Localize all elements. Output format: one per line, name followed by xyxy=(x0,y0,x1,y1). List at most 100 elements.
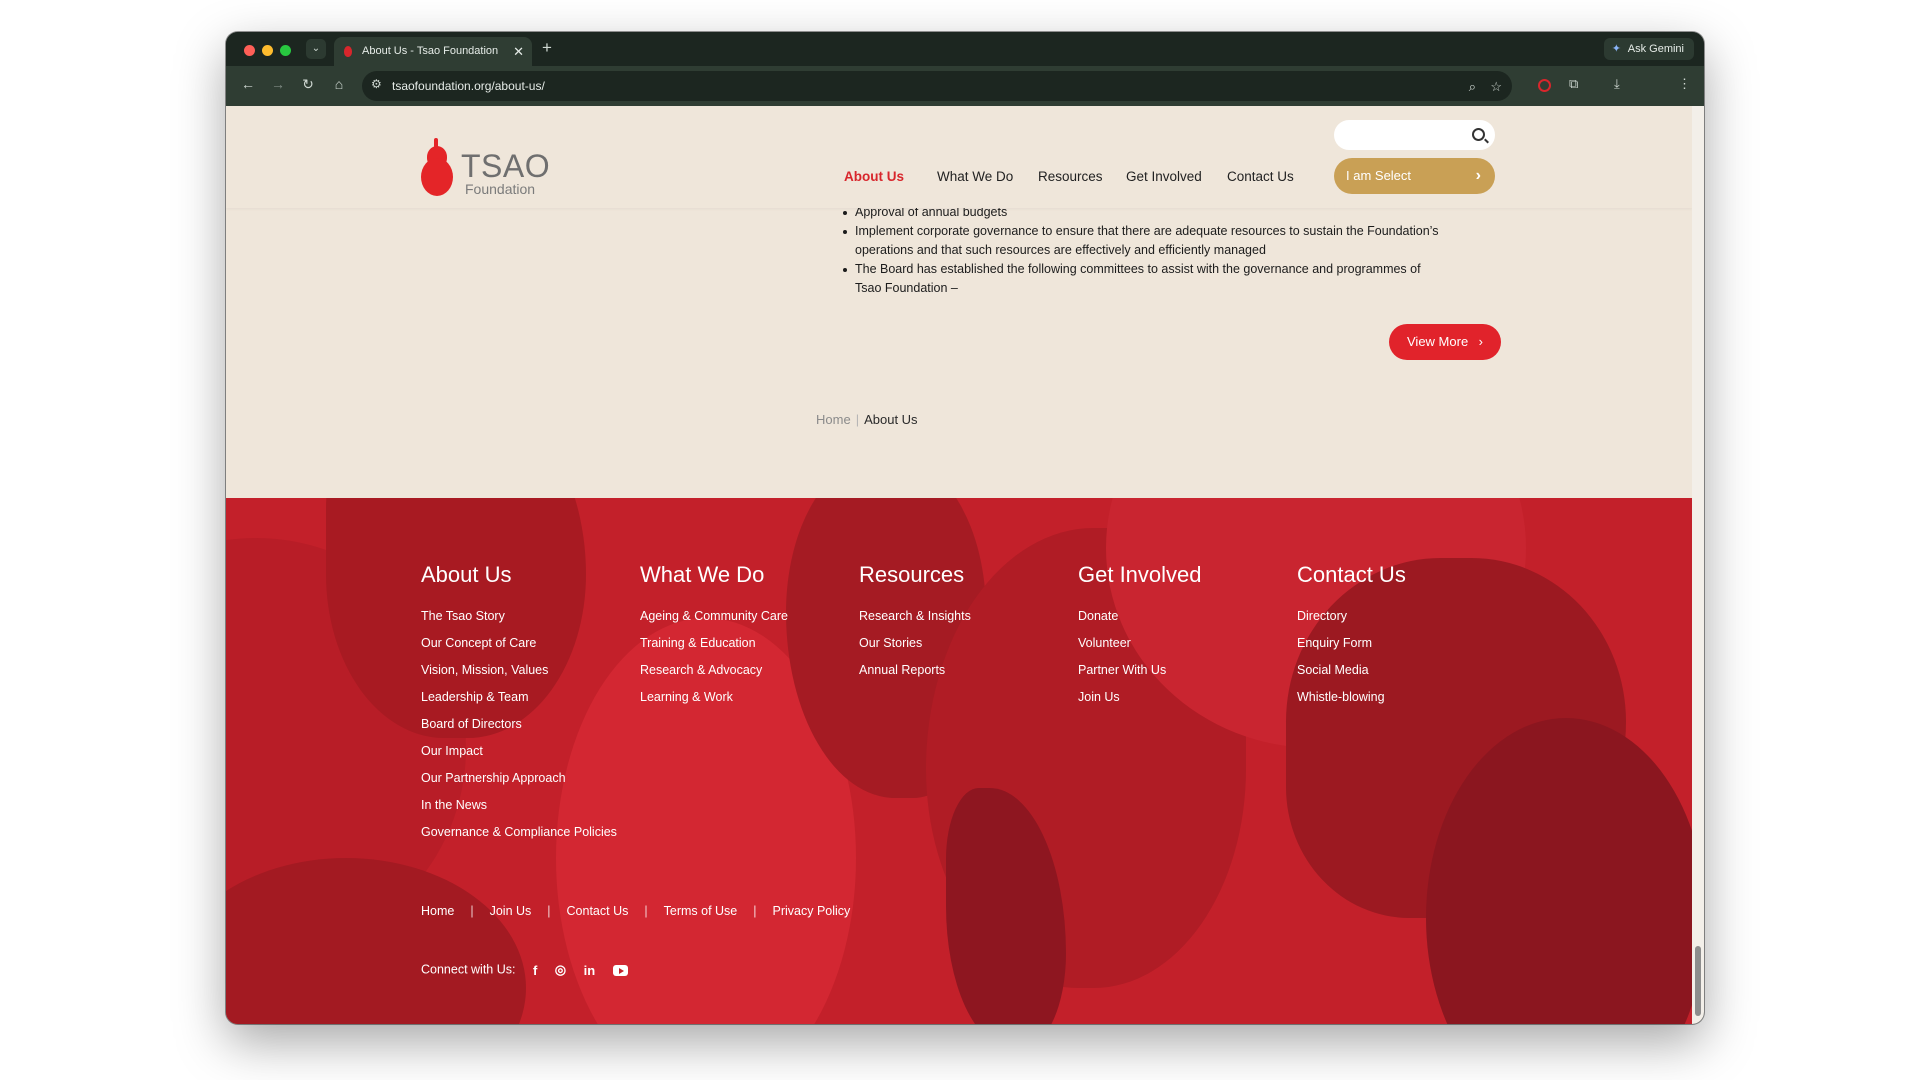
tab-search-button[interactable]: ⌄ xyxy=(306,39,326,59)
footer-bottom-links: Home | Join Us | Contact Us | Terms of Use | Pri… xyxy=(421,904,850,918)
nav-get-involved[interactable]: Get Involved xyxy=(1126,169,1202,184)
footer-column-title: About Us xyxy=(421,562,512,587)
select-label: I am Select xyxy=(1346,168,1412,183)
linkedin-icon[interactable]: in xyxy=(584,963,596,978)
footer-column-title: Resources xyxy=(859,562,965,587)
footer-link[interactable]: Annual Reports xyxy=(859,662,971,689)
footer-privacy-link[interactable]: Privacy Policy xyxy=(773,904,851,918)
nav-what-we-do[interactable]: What We Do xyxy=(937,169,1013,184)
nav-resources[interactable]: Resources xyxy=(1038,169,1103,184)
forward-icon[interactable]: → xyxy=(268,76,288,92)
footer-terms-link[interactable]: Terms of Use xyxy=(664,904,738,918)
footer-link[interactable]: Volunteer xyxy=(1078,635,1202,662)
footer-link[interactable]: Research & Advocacy xyxy=(640,662,788,689)
footer-link[interactable]: Join Us xyxy=(1078,689,1202,716)
footer-link[interactable]: Partner With Us xyxy=(1078,662,1202,689)
footer-contact-link[interactable]: Contact Us xyxy=(567,904,629,918)
breadcrumb-home-link[interactable]: Home xyxy=(816,412,851,427)
page-scrollbar[interactable] xyxy=(1692,106,1704,1024)
extensions-puzzle-icon[interactable]: ⧉ xyxy=(1569,76,1578,92)
instagram-icon[interactable]: ◎ xyxy=(555,962,566,978)
footer-home-link[interactable]: Home xyxy=(421,904,454,918)
back-icon[interactable]: ← xyxy=(238,76,258,92)
footer-link[interactable]: In the News xyxy=(421,797,617,824)
zoom-icon[interactable]: ⌕ xyxy=(1469,79,1476,95)
view-more-button[interactable]: View More › xyxy=(1389,324,1501,360)
facebook-icon[interactable]: f xyxy=(533,963,537,978)
close-window-button[interactable] xyxy=(244,45,255,56)
ask-gemini-label: Ask Gemini xyxy=(1627,43,1684,55)
footer-link[interactable]: Whistle-blowing xyxy=(1297,689,1406,716)
footer-column-resources: Resources Research & Insights Our Storie… xyxy=(859,562,971,689)
favicon-icon xyxy=(344,46,352,57)
i-am-select-dropdown[interactable]: I am Select › xyxy=(1334,158,1495,194)
footer-link[interactable]: Vision, Mission, Values xyxy=(421,662,617,689)
nav-about-us[interactable]: About Us xyxy=(844,169,904,184)
site-footer: About Us The Tsao Story Our Concept of C… xyxy=(226,498,1692,1024)
governance-list: Approval of annual budgets Implement cor… xyxy=(843,203,1443,298)
browser-toolbar: ← → ↻ ⌂ ⚙ tsaofoundation.org/about-us/ ⌕… xyxy=(226,66,1704,106)
footer-link[interactable]: Board of Directors xyxy=(421,716,617,743)
page-viewport: Approval of annual budgets Implement cor… xyxy=(226,106,1692,1024)
browser-tab[interactable]: About Us - Tsao Foundation ✕ xyxy=(334,37,532,66)
reload-icon[interactable]: ↻ xyxy=(298,76,318,93)
view-more-label: View More xyxy=(1407,334,1469,349)
nav-contact-us[interactable]: Contact Us xyxy=(1227,169,1294,184)
footer-separator: | xyxy=(753,904,757,918)
footer-link[interactable]: Research & Insights xyxy=(859,608,971,635)
footer-link[interactable]: The Tsao Story xyxy=(421,608,617,635)
tsao-logo[interactable]: TSAO Foundation xyxy=(421,138,571,198)
menu-kebab-icon[interactable]: ⋮ xyxy=(1678,76,1691,92)
youtube-icon[interactable] xyxy=(612,964,628,976)
address-bar[interactable]: ⚙ tsaofoundation.org/about-us/ ⌕ ☆ xyxy=(362,71,1512,101)
footer-column-get-involved: Get Involved Donate Volunteer Partner Wi… xyxy=(1078,562,1202,716)
footer-separator: | xyxy=(644,904,648,918)
url-text: tsaofoundation.org/about-us/ xyxy=(392,79,545,93)
footer-link[interactable]: Donate xyxy=(1078,608,1202,635)
breadcrumb-separator: | xyxy=(855,412,860,427)
footer-link[interactable]: Leadership & Team xyxy=(421,689,617,716)
browser-window: ⌄ About Us - Tsao Foundation ✕ + ✦ Ask G… xyxy=(226,32,1704,1024)
footer-separator: | xyxy=(547,904,551,918)
footer-column-what-we-do: What We Do Ageing & Community Care Train… xyxy=(640,562,788,716)
footer-link[interactable]: Social Media xyxy=(1297,662,1406,689)
list-item: The Board has established the following … xyxy=(843,260,1443,298)
breadcrumb-current: About Us xyxy=(864,412,918,427)
extension-icon[interactable] xyxy=(1538,79,1551,92)
footer-link[interactable]: Our Impact xyxy=(421,743,617,770)
footer-link[interactable]: Our Stories xyxy=(859,635,971,662)
gemini-icon: ✦ xyxy=(1611,43,1621,55)
new-tab-button[interactable]: + xyxy=(542,38,552,58)
site-settings-icon[interactable]: ⚙ xyxy=(371,77,382,91)
footer-link[interactable]: Our Concept of Care xyxy=(421,635,617,662)
search-icon[interactable] xyxy=(1472,128,1485,141)
connect-label: Connect with Us: xyxy=(421,962,516,977)
footer-link[interactable]: Ageing & Community Care xyxy=(640,608,788,635)
tab-title: About Us - Tsao Foundation xyxy=(362,45,499,57)
home-icon[interactable]: ⌂ xyxy=(329,76,349,92)
footer-column-about: About Us The Tsao Story Our Concept of C… xyxy=(421,562,617,851)
close-tab-icon[interactable]: ✕ xyxy=(513,37,524,66)
tab-strip: ⌄ About Us - Tsao Foundation ✕ + ✦ Ask G… xyxy=(226,32,1704,66)
footer-link[interactable]: Our Partnership Approach xyxy=(421,770,617,797)
logo-subtitle: Foundation xyxy=(465,181,536,197)
minimize-window-button[interactable] xyxy=(262,45,273,56)
footer-join-us-link[interactable]: Join Us xyxy=(490,904,532,918)
footer-link[interactable]: Training & Education xyxy=(640,635,788,662)
ask-gemini-button[interactable]: ✦ Ask Gemini xyxy=(1603,38,1694,60)
logo-title: TSAO xyxy=(461,148,551,184)
maximize-window-button[interactable] xyxy=(280,45,291,56)
footer-column-title: Get Involved xyxy=(1078,562,1202,587)
footer-link[interactable]: Learning & Work xyxy=(640,689,788,716)
search-input[interactable] xyxy=(1334,120,1495,150)
footer-column-title: Contact Us xyxy=(1297,562,1406,587)
scrollbar-thumb[interactable] xyxy=(1695,946,1701,1016)
footer-link[interactable]: Enquiry Form xyxy=(1297,635,1406,662)
logo-gourd-icon xyxy=(421,158,453,196)
footer-column-contact: Contact Us Directory Enquiry Form Social… xyxy=(1297,562,1406,716)
footer-column-title: What We Do xyxy=(640,562,765,587)
footer-link[interactable]: Directory xyxy=(1297,608,1406,635)
bookmark-star-icon[interactable]: ☆ xyxy=(1490,79,1502,95)
download-icon[interactable]: ⤓ xyxy=(1614,76,1620,92)
footer-link[interactable]: Governance & Compliance Policies xyxy=(421,824,617,851)
